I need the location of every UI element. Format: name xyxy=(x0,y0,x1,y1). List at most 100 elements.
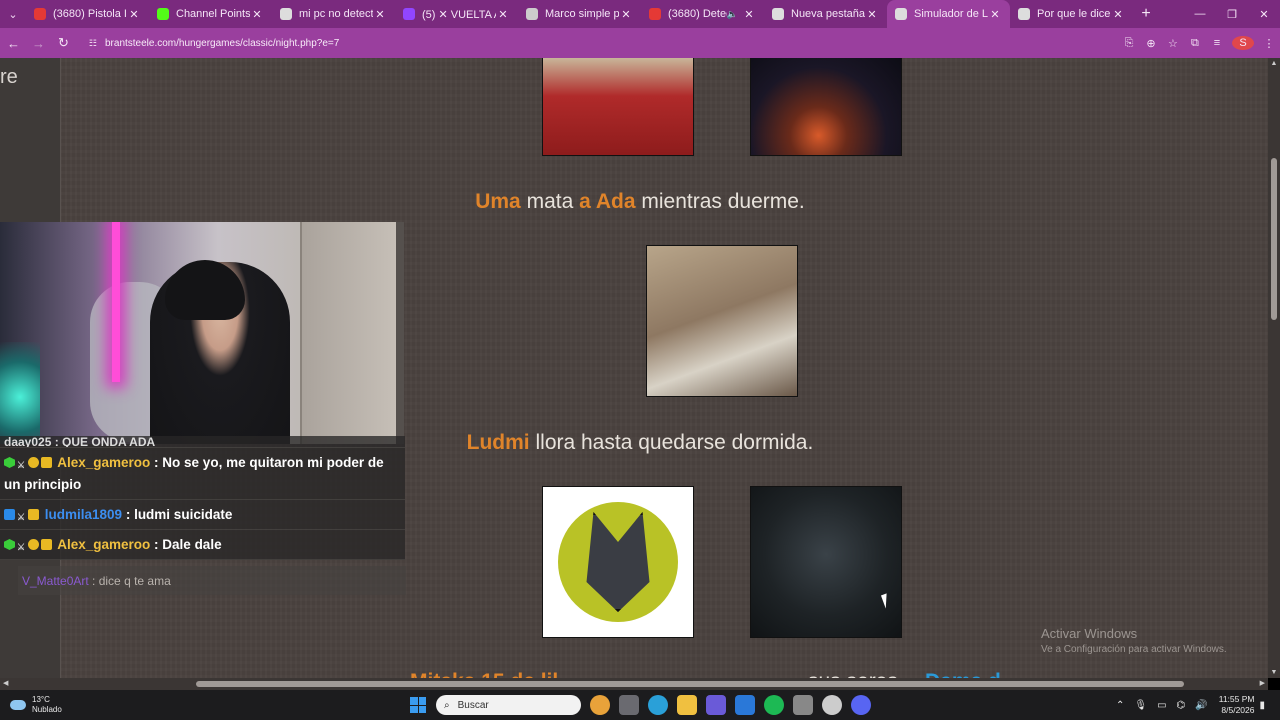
discord-icon[interactable] xyxy=(851,695,871,715)
clock[interactable]: 11:55 PM 8/5/2026 xyxy=(1219,694,1255,716)
browser-tab[interactable]: Simulador de Los Jue✕ xyxy=(887,0,1010,28)
file-explorer-icon[interactable] xyxy=(677,695,697,715)
taskbar-search[interactable]: ⌕ Buscar xyxy=(436,695,581,715)
avatar-disc xyxy=(558,502,678,622)
profile-avatar[interactable]: S xyxy=(1231,36,1254,50)
tab-strip: ⌄ (3680) Pistola II - Pek✕Channel Points… xyxy=(0,0,1280,28)
bookmark-star-icon[interactable]: ☆ xyxy=(1162,37,1184,50)
vertical-scrollbar[interactable]: ▲ ▼ xyxy=(1268,58,1280,678)
browser-tab[interactable]: mi pc no detecta si c✕ xyxy=(272,0,395,28)
tab-search-icon[interactable]: ⌄ xyxy=(0,0,26,28)
clock-date: 8/5/2026 xyxy=(1221,705,1255,715)
chrome-icon[interactable] xyxy=(590,695,610,715)
restore-icon[interactable]: ❐ xyxy=(1216,8,1248,21)
scroll-right-icon[interactable]: ▶ xyxy=(1260,679,1265,687)
scroll-up-icon[interactable]: ▲ xyxy=(1268,60,1280,67)
browser-tab[interactable]: (3680) Detective I🔈 ✕ xyxy=(641,0,764,28)
store-icon[interactable] xyxy=(619,695,639,715)
tab-audio-icon[interactable]: 🔈 xyxy=(727,9,738,20)
windows-start-icon[interactable] xyxy=(410,697,426,713)
extensions-icon[interactable]: ⧉ xyxy=(1184,37,1206,50)
network-icon[interactable]: ⌬ xyxy=(1177,700,1186,711)
tab-close-icon[interactable]: ✕ xyxy=(496,8,510,21)
new-tab-button[interactable]: + xyxy=(1133,5,1159,23)
notifications-icon[interactable]: ▮ xyxy=(1259,700,1265,711)
mail-icon[interactable] xyxy=(735,695,755,715)
tribute-portrait xyxy=(750,58,902,156)
scroll-down-icon[interactable]: ▼ xyxy=(1268,669,1280,676)
scroll-thumb[interactable] xyxy=(1271,158,1277,320)
tab-close-icon[interactable]: ✕ xyxy=(127,8,141,21)
browser-toolbar: ← → ↻ ☷ brantsteele.com/hungergames/clas… xyxy=(0,28,1280,58)
anubis-head-icon xyxy=(586,512,650,612)
google-icon xyxy=(280,8,292,20)
tab-close-icon[interactable]: ✕ xyxy=(250,8,264,21)
microphone-icon[interactable]: 🎙 xyxy=(1134,700,1147,711)
tab-close-icon[interactable]: ✕ xyxy=(619,8,633,21)
crown-badge-icon xyxy=(28,509,39,520)
app-icon[interactable] xyxy=(793,695,813,715)
tab-close-icon[interactable]: ✕ xyxy=(373,8,387,21)
tab-close-icon[interactable]: ✕ xyxy=(865,8,879,21)
chat-separator: : xyxy=(88,574,99,588)
tribute-name: Ludmi xyxy=(466,431,530,454)
address-bar[interactable]: ☷ brantsteele.com/hungergames/classic/ni… xyxy=(81,32,1048,54)
minimize-icon[interactable]: — xyxy=(1184,8,1216,20)
volume-icon[interactable]: 🔊 xyxy=(1195,700,1207,711)
chat-message-faded: V_Matte0Art : dice q te ama xyxy=(18,566,406,595)
windows-taskbar: 13°C Nublado ⌕ Buscar ⌃ 🎙 ▭ ⌬ 🔊 11:55 PM… xyxy=(0,690,1280,720)
teams-icon[interactable] xyxy=(706,695,726,715)
event-rest: sus seres xyxy=(808,670,898,678)
gold-badge-icon xyxy=(28,457,39,468)
scroll-left-icon[interactable]: ◀ xyxy=(3,679,8,687)
search-placeholder: Buscar xyxy=(457,699,489,711)
zoom-icon[interactable]: ⊕ xyxy=(1140,37,1162,50)
chat-separator: : xyxy=(150,537,163,552)
url-text: brantsteele.com/hungergames/classic/nigh… xyxy=(104,37,340,49)
site-icon xyxy=(526,8,538,20)
site-info-icon[interactable]: ☷ xyxy=(89,38,97,49)
event-verb: mata xyxy=(520,190,580,213)
tribute-portrait xyxy=(750,486,902,638)
taskbar-apps xyxy=(590,695,880,715)
tab-close-icon[interactable]: ✕ xyxy=(742,8,756,21)
edge-icon[interactable] xyxy=(648,695,668,715)
tribute-name: a Ada xyxy=(579,190,636,213)
kick-icon xyxy=(157,8,169,20)
chrome-icon xyxy=(772,8,784,20)
menu-kebab-icon[interactable]: ⋮ xyxy=(1258,37,1280,50)
reload-icon[interactable]: ↻ xyxy=(52,35,75,51)
sword-badge-icon: ⚔ xyxy=(17,512,26,522)
steam-icon[interactable] xyxy=(822,695,842,715)
chat-username: V_Matte0Art xyxy=(22,574,89,588)
tab-close-icon[interactable]: ✕ xyxy=(1111,8,1125,21)
browser-tab[interactable]: Marco simple para c✕ xyxy=(518,0,641,28)
clock-time: 11:55 PM xyxy=(1218,694,1255,704)
watermark-line1: Activar Windows xyxy=(1041,626,1138,641)
forward-icon[interactable]: → xyxy=(27,36,50,51)
left-fragment-text: re xyxy=(0,66,18,88)
back-icon[interactable]: ← xyxy=(2,36,25,51)
horizontal-scrollbar[interactable]: ◀ ▶ xyxy=(0,678,1268,690)
tab-title: Simulador de Los Jue xyxy=(914,8,988,20)
browser-tab[interactable]: Por que le dicen cen✕ xyxy=(1010,0,1133,28)
browser-tab[interactable]: Nueva pestaña ✕ xyxy=(764,0,887,28)
tab-title: (3680) Pistola II - Pek xyxy=(53,8,127,20)
event-rest: llora hasta quedarse dormida. xyxy=(529,431,814,454)
weather-widget[interactable]: 13°C Nublado xyxy=(10,695,130,715)
translate-icon[interactable]: ⎘ xyxy=(1118,37,1140,50)
display-icon[interactable]: ▭ xyxy=(1157,700,1166,711)
chat-username: ludmila1809 xyxy=(44,507,123,522)
media-icon[interactable]: ≡ xyxy=(1206,37,1228,49)
scroll-thumb[interactable] xyxy=(196,681,1184,687)
browser-tab[interactable]: Channel Points - Kick✕ xyxy=(149,0,272,28)
chat-message-cut: daay025 : QUE ONDA ADA xyxy=(0,436,405,448)
chevron-up-icon[interactable]: ⌃ xyxy=(1116,700,1124,711)
neon-light xyxy=(112,222,120,382)
tab-close-icon[interactable]: ✕ xyxy=(988,8,1002,21)
browser-tab[interactable]: (5) ✕ VUELTA A LA V✕ xyxy=(395,0,518,28)
close-window-icon[interactable]: ✕ xyxy=(1248,8,1280,21)
spotify-icon[interactable] xyxy=(764,695,784,715)
search-icon: ⌕ xyxy=(444,699,450,711)
browser-tab[interactable]: (3680) Pistola II - Pek✕ xyxy=(26,0,149,28)
